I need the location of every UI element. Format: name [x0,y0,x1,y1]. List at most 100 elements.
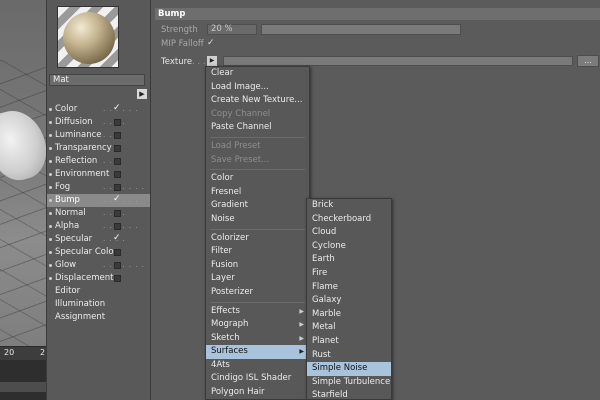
channel-item-specular[interactable]: Specular. . . . [47,233,151,246]
menu-item-starfield[interactable]: Starfield [307,389,391,400]
channel-label: Color [55,104,78,114]
menu-item-earth[interactable]: Earth [307,253,391,267]
channel-item-normal[interactable]: Normal. . . . [47,207,151,220]
texture-field[interactable] [223,56,573,66]
expand-arrow-icon[interactable]: ▶ [137,89,147,99]
channel-item-illumination[interactable]: Illumination [47,298,151,311]
menu-item-cindigo-isl-shader[interactable]: Cindigo ISL Shader [206,372,309,386]
channel-checkbox[interactable] [114,119,121,126]
menu-item-planet[interactable]: Planet [307,335,391,349]
channel-item-bump[interactable]: Bump . . . . . . [47,194,151,207]
channel-checkbox[interactable] [114,262,121,269]
menu-item-gradient[interactable]: Gradient [206,199,309,213]
channel-checkbox[interactable] [114,145,121,152]
menu-item-label: Rust [312,349,331,360]
menu-item-4ats[interactable]: 4Ats [206,359,309,373]
channel-checkbox[interactable] [113,235,120,242]
menu-item-label: Filter [211,246,233,257]
channel-dots: . . . . . . . [103,261,145,269]
channel-bullet-icon [49,147,52,150]
menu-item-surfaces[interactable]: Surfaces ▶ [206,345,309,359]
menu-item-sketch[interactable]: Sketch ▶ [206,332,309,346]
menu-item-simple-turbulence[interactable]: Simple Turbulence [307,376,391,390]
channel-checkbox[interactable] [114,171,121,178]
menu-item-checkerboard[interactable]: Checkerboard [307,213,391,227]
channel-bullet-icon [49,264,52,267]
menu-item-layer[interactable]: Layer [206,272,309,286]
channel-item-displacement[interactable]: Displacement [47,272,151,285]
channel-item-reflection[interactable]: Reflection. . . [47,155,151,168]
channel-checkbox[interactable] [113,196,120,203]
timeline-ruler[interactable]: 20 2 [0,346,46,360]
menu-item-label: Clear [211,68,234,78]
menu-item-fire[interactable]: Fire [307,267,391,281]
channel-item-color[interactable]: Color . . . . . . [47,103,151,116]
strength-slider[interactable] [261,24,461,35]
menu-item-label: Fusion [211,259,239,270]
menu-item-clear[interactable]: Clear [206,67,309,81]
channel-item-environment[interactable]: Environment [47,168,151,181]
material-name-field[interactable]: Mat [49,74,145,86]
channel-checkbox[interactable] [113,105,120,112]
menu-item-mograph[interactable]: Mograph ▶ [206,318,309,332]
viewport[interactable]: 20 2 [0,0,46,400]
texture-menu-arrow-icon[interactable]: ▶ [207,56,217,66]
menu-item-rust[interactable]: Rust [307,349,391,363]
menu-item-colorizer[interactable]: Colorizer [206,232,309,246]
menu-item-cloud[interactable]: Cloud [307,226,391,240]
channel-item-editor[interactable]: Editor [47,285,151,298]
channel-item-alpha[interactable]: Alpha. . . . . . [47,220,151,233]
material-preview[interactable] [57,6,119,68]
channel-checkbox[interactable] [114,210,121,217]
channel-label: Normal [55,208,86,218]
channel-item-specular-color[interactable]: Specular Color [47,246,151,259]
channel-item-fog[interactable]: Fog. . . . . . . . [47,181,151,204]
menu-item-color[interactable]: Color [206,172,309,186]
material-channel-panel: Mat ▶ Color . . . . . . Diffusion. . . .Lu… [46,0,151,400]
menu-item-label: Save Preset... [211,154,270,165]
menu-item-fresnel[interactable]: Fresnel [206,186,309,200]
menu-item-fusion[interactable]: Fusion [206,259,309,273]
channel-label: Diffusion [55,117,93,127]
section-header: Bump [155,8,600,20]
channel-item-luminance[interactable]: Luminance. . [47,129,151,142]
menu-separator [210,228,305,230]
ruler-label: 20 [4,348,15,357]
menu-item-cyclone[interactable]: Cyclone [307,240,391,254]
menu-item-filter[interactable]: Filter [206,245,309,259]
strength-input[interactable]: 20 % [207,24,257,35]
menu-item-galaxy[interactable]: Galaxy [307,294,391,308]
menu-item-create-new-texture[interactable]: Create New Texture... [206,94,309,108]
menu-item-flame[interactable]: Flame [307,281,391,295]
channel-item-diffusion[interactable]: Diffusion. . . . [47,116,151,129]
channel-item-assignment[interactable]: Assignment [47,311,151,324]
channel-checkbox[interactable] [114,184,121,191]
submenu-arrow-icon: ▶ [299,348,304,356]
channel-checkbox[interactable] [114,132,121,139]
menu-item-load-image[interactable]: Load Image... [206,81,309,95]
menu-item-metal[interactable]: Metal [307,321,391,335]
menu-item-label: Flame [312,281,338,292]
channel-checkbox[interactable] [114,275,121,282]
mip-falloff-checkbox[interactable]: ✓ [207,38,215,48]
menu-item-noise[interactable]: Noise [206,213,309,227]
menu-item-marble[interactable]: Marble [307,308,391,322]
menu-item-brick[interactable]: Brick [307,199,391,213]
channel-checkbox[interactable] [114,223,121,230]
menu-item-polygon-hair[interactable]: Polygon Hair [206,386,309,400]
submenu-arrow-icon: ▶ [299,321,304,329]
timeline-bar[interactable] [0,382,46,392]
texture-label-text: Texture [161,57,193,67]
menu-item-label: Simple Turbulence [312,376,391,387]
channel-checkbox[interactable] [114,249,121,256]
menu-item-effects[interactable]: Effects ▶ [206,305,309,319]
menu-item-posterizer[interactable]: Posterizer [206,286,309,300]
menu-item-label: Colorizer [211,232,249,243]
menu-item-simple-noise[interactable]: Simple Noise [307,362,391,376]
menu-item-paste-channel[interactable]: Paste Channel [206,121,309,135]
channel-item-glow[interactable]: Glow . . . . . . . [47,259,151,272]
menu-item-label: Earth [312,254,335,265]
channel-item-transparency[interactable]: Transparency [47,142,151,155]
channel-checkbox[interactable] [114,158,121,165]
texture-browse-button[interactable]: ... [577,55,599,67]
